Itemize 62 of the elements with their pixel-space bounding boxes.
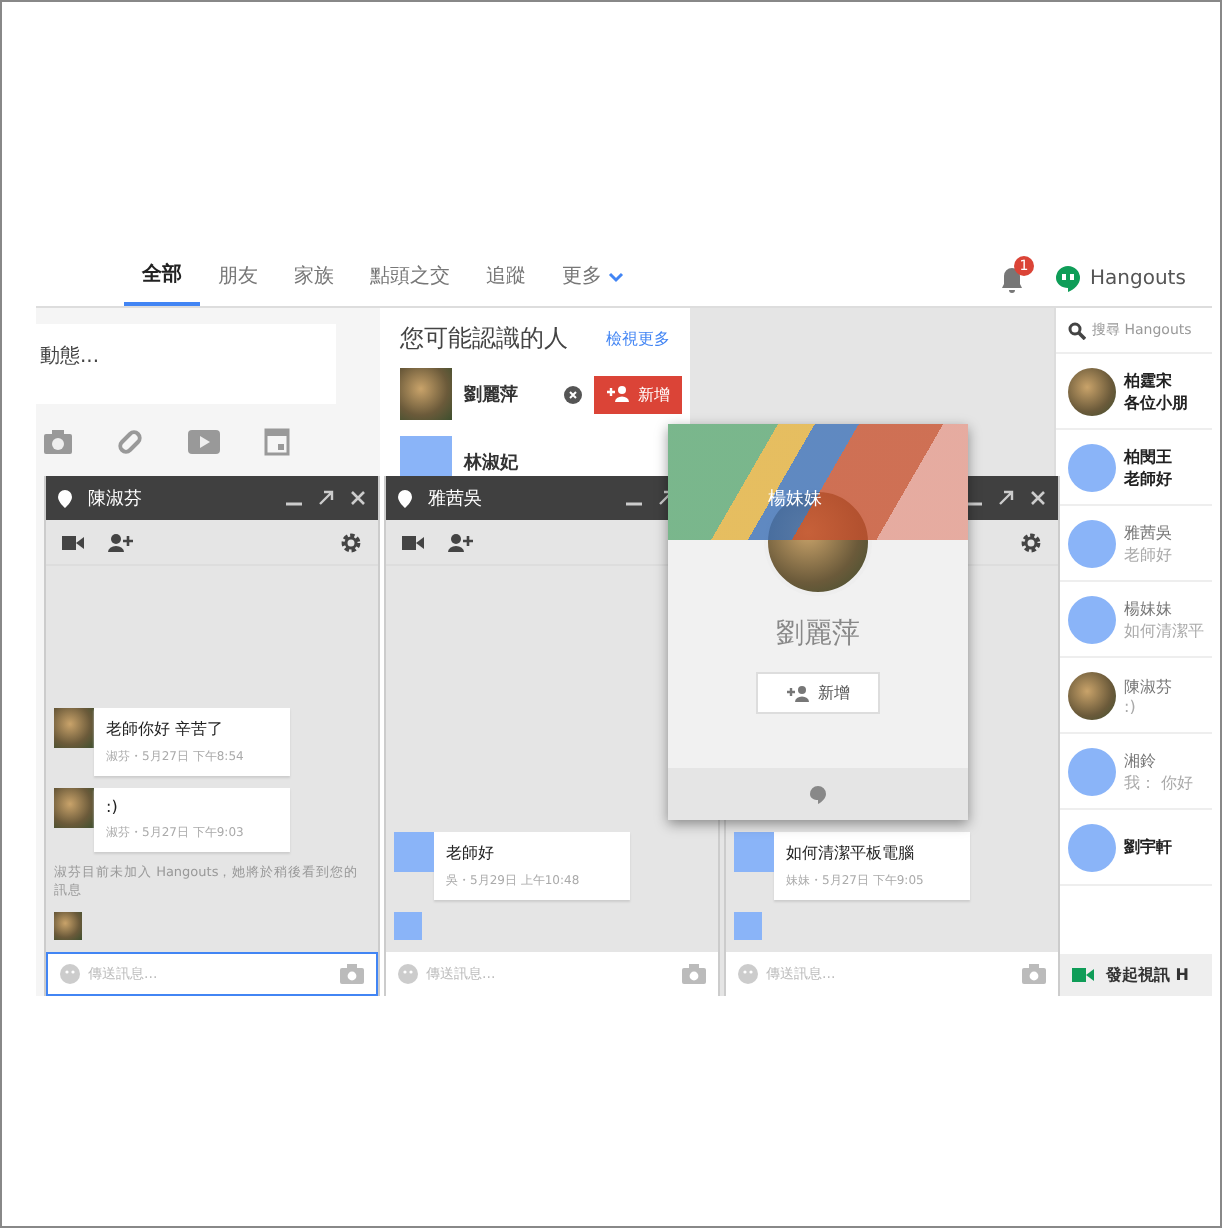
message-preview: :) <box>1124 697 1138 715</box>
link-icon[interactable] <box>116 428 144 456</box>
message-text: 如何清潔平板電腦 <box>786 842 916 864</box>
bell-icon[interactable] <box>1000 266 1024 294</box>
video-camera-icon[interactable] <box>402 535 424 549</box>
hangouts-icon <box>1056 265 1080 291</box>
view-more-link[interactable]: 檢視更多 <box>606 327 670 349</box>
add-person-icon <box>786 685 810 701</box>
pin-icon <box>58 489 72 507</box>
message-text: 老師你好 辛苦了 <box>106 717 226 740</box>
pin-icon <box>398 489 412 507</box>
message-preview: 老師好 <box>1124 467 1172 489</box>
add-person-icon[interactable] <box>448 533 474 551</box>
app-title: Hangouts <box>1090 267 1186 289</box>
chevron-down-icon <box>608 272 624 284</box>
close-icon[interactable] <box>1030 490 1046 506</box>
nav-tab[interactable]: 追蹤 <box>468 250 544 306</box>
add-person-icon <box>606 386 630 402</box>
hangouts-icon[interactable] <box>810 785 826 803</box>
video-camera-icon <box>1072 968 1094 982</box>
contact-name: 柏霆宋 <box>1124 369 1174 391</box>
camera-icon[interactable] <box>44 430 72 454</box>
search-icon <box>1068 321 1086 339</box>
message-preview: 如何清潔平 <box>1124 619 1204 641</box>
card-title: 您可能認識的人 <box>400 321 568 355</box>
person-name[interactable]: 林淑妃 <box>464 449 518 475</box>
message-text: 老師好 <box>446 842 496 864</box>
post-composer[interactable]: 動態... <box>36 324 336 404</box>
contact-name: 楊妹妹 <box>1124 597 1174 619</box>
video-camera-icon[interactable] <box>62 535 84 549</box>
message-text: :) <box>106 797 120 816</box>
settings-icon[interactable] <box>1020 531 1042 553</box>
calendar-icon[interactable] <box>264 428 290 456</box>
chat-title: 陳淑芬 <box>88 487 144 511</box>
contact-name: 湘鈴 <box>1124 749 1158 771</box>
video-call-button[interactable]: 發起視訊 H <box>1056 954 1212 996</box>
add-button[interactable]: 新增 <box>594 375 682 413</box>
contact-name: 劉宇軒 <box>1124 836 1172 858</box>
contact-item[interactable]: 柏閔王 老師好 <box>1056 430 1212 506</box>
profile-name: 劉麗萍 <box>776 616 860 652</box>
more-tab[interactable]: 更多 <box>544 250 642 306</box>
nav-tab[interactable]: 朋友 <box>200 250 276 306</box>
close-icon[interactable] <box>350 490 366 506</box>
contact-name: 雅茜吳 <box>1124 521 1172 543</box>
contact-name: 柏閔王 <box>1124 445 1172 467</box>
message-preview: 各位小朋 <box>1124 391 1188 413</box>
add-person-icon[interactable] <box>108 533 134 551</box>
contact-item[interactable]: 柏霆宋 各位小朋 <box>1056 354 1212 430</box>
popout-icon[interactable] <box>318 490 334 506</box>
contact-name: 陳淑芬 <box>1124 675 1172 697</box>
add-button[interactable]: 新增 <box>756 672 880 714</box>
popout-icon[interactable] <box>998 490 1014 506</box>
nav-tab[interactable]: 點頭之交 <box>352 250 468 306</box>
composer-placeholder: 動態... <box>40 346 100 368</box>
message-preview: 我： 你好 <box>1124 771 1194 793</box>
person-name[interactable]: 劉麗萍 <box>464 381 518 407</box>
chat-title: 雅茜吳 <box>428 487 484 511</box>
settings-icon[interactable] <box>340 531 362 553</box>
message-preview: 老師好 <box>1124 543 1172 565</box>
nav-tab[interactable]: 家族 <box>276 250 352 306</box>
avatar-photo <box>400 368 452 420</box>
close-icon[interactable] <box>564 385 582 403</box>
